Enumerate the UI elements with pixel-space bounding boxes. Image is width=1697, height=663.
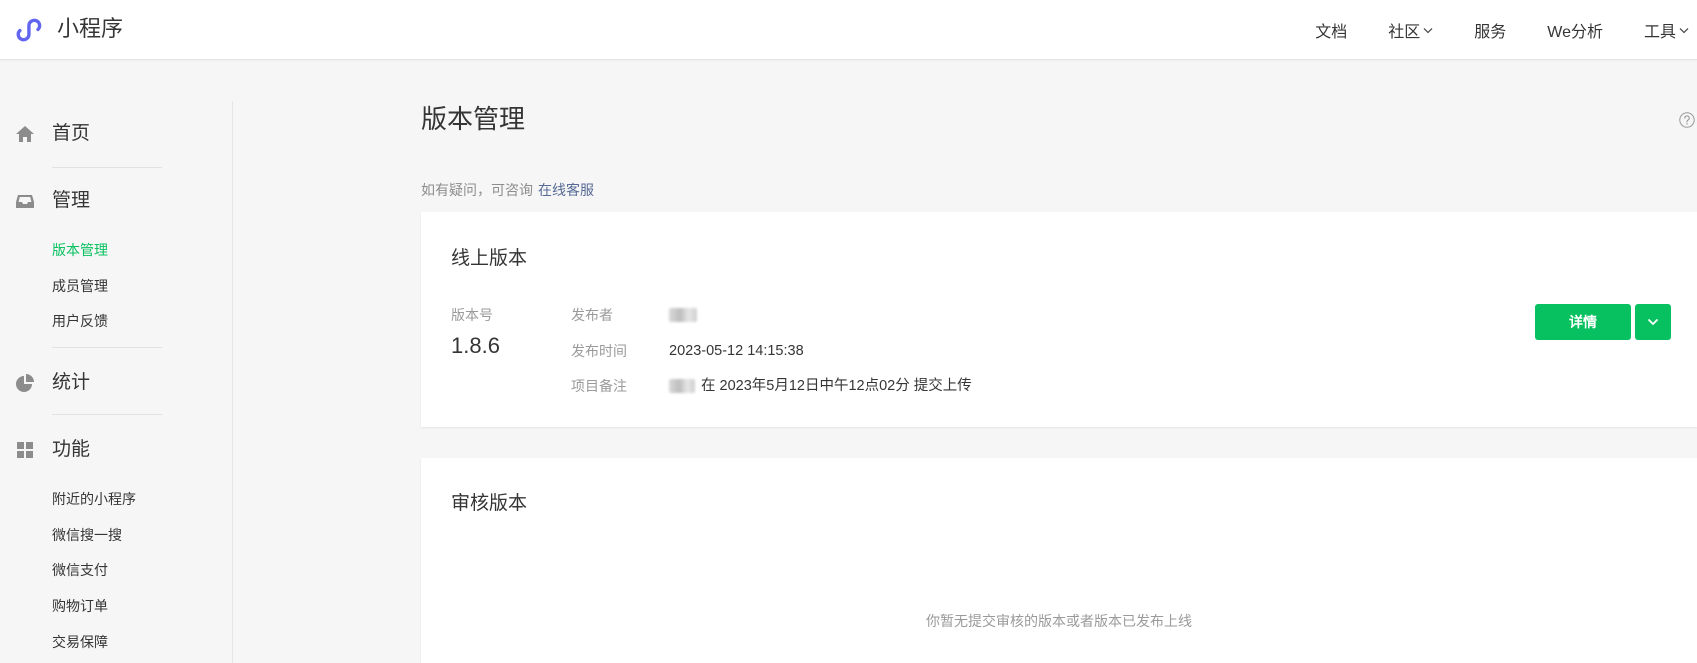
review-empty-text: 你暂无提交审核的版本或者版本已发布上线 (926, 613, 1192, 629)
top-nav: 文档 社区 服务 We分析 工具 (1315, 0, 1689, 60)
review-version-card: 审核版本 你暂无提交审核的版本或者版本已发布上线 (421, 458, 1697, 663)
sidebar-item-user-feedback[interactable]: 用户反馈 (52, 311, 108, 331)
sidebar-item-wechat-pay[interactable]: 微信支付 (52, 560, 108, 580)
online-version-title: 线上版本 (451, 248, 528, 269)
sidebar-item-home[interactable]: 首页 (15, 122, 90, 146)
grid-icon (17, 442, 33, 458)
sidebar-item-transaction-guarantee[interactable]: 交易保障 (52, 632, 108, 652)
sidebar-item-features-label: 功能 (52, 439, 91, 460)
more-actions-button[interactable] (1635, 304, 1671, 340)
sidebar-item-manage-label: 管理 (52, 190, 91, 211)
sidebar-divider (52, 347, 162, 348)
logo-text[interactable]: 小程序 (57, 15, 123, 43)
top-header: 小程序 文档 社区 服务 We分析 工具 (0, 0, 1697, 60)
sidebar-item-manage[interactable]: 管理 (15, 189, 90, 213)
chevron-down-icon (1679, 27, 1689, 33)
sidebar-item-wechat-search[interactable]: 微信搜一搜 (52, 525, 122, 545)
sidebar-item-statistics[interactable]: 统计 (15, 371, 90, 395)
nav-tools[interactable]: 工具 (1644, 18, 1689, 42)
sidebar-divider-line (232, 101, 233, 663)
sidebar-divider (52, 167, 162, 168)
version-number-label: 版本号 (451, 307, 493, 323)
nav-services[interactable]: 服务 (1474, 18, 1506, 42)
nav-community-label: 社区 (1388, 24, 1421, 41)
nav-docs-label: 文档 (1315, 24, 1348, 41)
nav-community[interactable]: 社区 (1388, 18, 1433, 42)
detail-button[interactable]: 详情 (1535, 304, 1631, 340)
home-icon (16, 126, 34, 142)
sidebar-item-shopping-orders[interactable]: 购物订单 (52, 596, 108, 616)
nav-we-analytics-label: We分析 (1547, 24, 1603, 41)
review-version-title: 审核版本 (451, 493, 528, 514)
sidebar-divider (52, 414, 162, 415)
mini-program-logo-icon[interactable] (14, 14, 46, 46)
publish-time-value: 2023-05-12 14:15:38 (669, 343, 804, 359)
blurred-publisher-name (669, 308, 697, 322)
project-remark-value: 在 2023年5月12日中午12点02分 提交上传 (701, 378, 972, 394)
consult-hint: 如有疑问，可咨询 在线客服 (421, 180, 594, 200)
page-title: 版本管理 (421, 104, 526, 134)
project-remark-label: 项目备注 (571, 378, 627, 394)
inbox-icon (16, 195, 34, 208)
publish-time-label: 发布时间 (571, 343, 627, 359)
help-icon[interactable] (1679, 112, 1695, 128)
pie-chart-icon (16, 374, 34, 392)
sidebar-item-statistics-label: 统计 (52, 372, 91, 393)
nav-docs[interactable]: 文档 (1315, 18, 1347, 42)
online-support-link[interactable]: 在线客服 (538, 182, 594, 198)
sidebar-item-member-management[interactable]: 成员管理 (52, 276, 108, 296)
sidebar-item-version-management[interactable]: 版本管理 (52, 240, 108, 260)
version-number: 1.8.6 (451, 333, 500, 358)
sidebar-item-features[interactable]: 功能 (15, 438, 90, 462)
consult-text: 如有疑问，可咨询 (421, 182, 533, 198)
nav-services-label: 服务 (1474, 24, 1507, 41)
chevron-down-icon (1423, 27, 1433, 33)
nav-we-analytics[interactable]: We分析 (1547, 18, 1603, 42)
chevron-down-icon (1647, 318, 1659, 326)
online-version-card: 线上版本 版本号 1.8.6 发布者 发布时间 2023-05-12 14:15… (421, 212, 1697, 427)
publisher-label: 发布者 (571, 307, 613, 323)
sidebar-item-home-label: 首页 (52, 123, 91, 144)
nav-tools-label: 工具 (1643, 24, 1676, 41)
blurred-remark-author (669, 379, 695, 393)
sidebar-item-nearby-mini-programs[interactable]: 附近的小程序 (52, 489, 136, 509)
